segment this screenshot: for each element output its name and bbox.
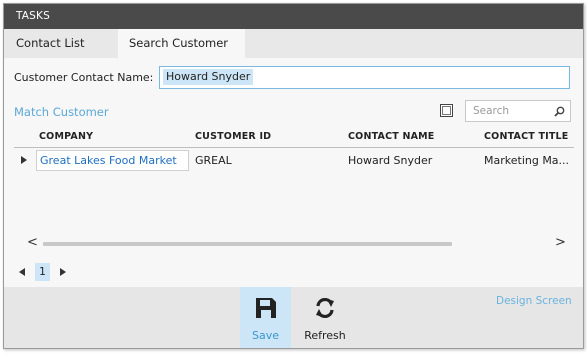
row-indicator-icon xyxy=(21,156,27,164)
customer-id-cell: GREAL xyxy=(195,154,232,167)
search-input[interactable]: Search xyxy=(465,100,571,122)
tab-content: Customer Contact Name: Howard Snyder Mat… xyxy=(4,58,583,288)
tab-bar: Contact List Search Customer xyxy=(4,29,583,58)
scroll-right-icon[interactable]: > xyxy=(555,236,566,250)
save-icon xyxy=(255,298,276,318)
customer-contact-value[interactable]: Howard Snyder xyxy=(163,69,254,85)
scrollbar-thumb[interactable] xyxy=(43,242,452,246)
save-label: Save xyxy=(251,329,279,342)
grid-header: COMPANY CUSTOMER ID CONTACT NAME CONTACT… xyxy=(4,129,583,148)
search-icon[interactable] xyxy=(554,106,565,117)
design-screen-link[interactable]: Design Screen xyxy=(496,295,572,307)
refresh-label: Refresh xyxy=(304,329,346,342)
column-header-customer-id[interactable]: CUSTOMER ID xyxy=(195,131,271,142)
header-divider xyxy=(14,147,574,148)
company-link[interactable]: Great Lakes Food Market xyxy=(36,150,189,171)
clear-icon[interactable] xyxy=(440,104,453,117)
match-customer-title: Match Customer xyxy=(14,105,109,119)
column-header-company[interactable]: COMPANY xyxy=(39,131,93,142)
contact-title-cell: Marketing Ma... xyxy=(484,154,570,167)
table-row[interactable]: Great Lakes Food Market GREAL Howard Sny… xyxy=(14,150,574,171)
prev-page-icon[interactable] xyxy=(19,268,25,276)
refresh-icon xyxy=(316,297,334,319)
screen-frame: TASKS Contact List Search Customer Custo… xyxy=(3,3,584,349)
column-header-contact-name[interactable]: CONTACT NAME xyxy=(348,131,435,142)
search-placeholder: Search xyxy=(473,105,510,117)
scroll-left-icon[interactable]: < xyxy=(27,236,38,250)
customer-contact-input[interactable]: Howard Snyder xyxy=(159,66,570,89)
refresh-button[interactable]: Refresh xyxy=(299,287,351,348)
page-number[interactable]: 1 xyxy=(35,263,50,281)
command-bar: Save Refresh Design Screen xyxy=(4,287,583,348)
contact-name-cell: Howard Snyder xyxy=(348,154,433,167)
column-header-contact-title[interactable]: CONTACT TITLE xyxy=(484,131,569,142)
next-page-icon[interactable] xyxy=(60,268,66,276)
tab-contact-list[interactable]: Contact List xyxy=(5,29,96,58)
customer-contact-label: Customer Contact Name: xyxy=(14,71,154,84)
save-button[interactable]: Save xyxy=(240,287,291,348)
horizontal-scrollbar[interactable]: < > xyxy=(26,236,566,250)
tab-search-customer[interactable]: Search Customer xyxy=(118,29,245,58)
window-title: TASKS xyxy=(4,4,583,29)
